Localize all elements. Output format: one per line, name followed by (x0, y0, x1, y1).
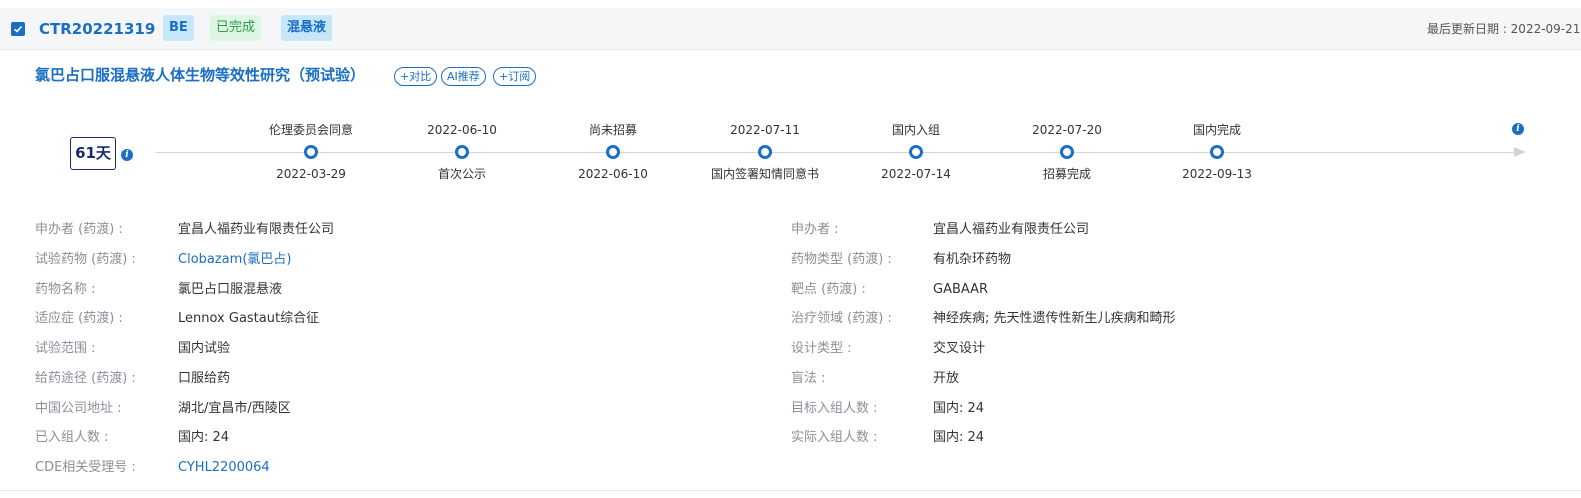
field-label: 适应症 (药渡) : (35, 311, 123, 326)
timeline-top-label: 伦理委员会同意 (268, 123, 353, 137)
field-value: 氯巴占口服混悬液 (178, 282, 283, 297)
timeline-axis (156, 152, 1518, 153)
select-checkbox[interactable] (11, 22, 25, 36)
tag-dosage-form: 混悬液 (281, 15, 333, 41)
field-label: 给药途径 (药渡) : (35, 371, 136, 386)
field-label: 申办者 (药渡) : (35, 222, 123, 237)
timeline-info-icon[interactable]: i (1512, 123, 1524, 135)
field-label: CDE相关受理号 : (35, 460, 136, 475)
field-label: 实际入组人数 : (791, 430, 878, 445)
info-icon[interactable]: i (121, 149, 133, 161)
timeline-node (1060, 145, 1074, 159)
ai-recommend-button[interactable]: AI推荐 (441, 67, 486, 86)
timeline-bottom-label: 招募完成 (1042, 167, 1091, 181)
field-value: 国内试验 (178, 341, 231, 356)
field-value: 国内: 24 (933, 401, 985, 416)
field-label: 申办者 : (791, 222, 839, 237)
subscribe-button[interactable]: +订阅 (493, 67, 537, 86)
check-icon (13, 25, 23, 33)
timeline-bottom-label: 2022-07-14 (881, 167, 951, 181)
field-value: 国内: 24 (933, 430, 985, 445)
field-label: 治疗领域 (药渡) : (791, 311, 892, 326)
timeline-top-label: 尚未招募 (588, 123, 637, 137)
timeline-node (606, 145, 620, 159)
field-label: 已入组人数 : (35, 430, 109, 445)
field-label: 目标入组人数 : (791, 401, 878, 416)
field-label: 试验范围 : (35, 341, 96, 356)
timeline-top-label: 2022-07-20 (1032, 123, 1102, 137)
field-label: 中国公司地址 : (35, 401, 122, 416)
field-value: GABAAR (933, 282, 989, 297)
compare-button[interactable]: +对比 (394, 67, 438, 86)
timeline-bottom-label: 国内签署知情同意书 (710, 167, 819, 181)
trial-card: CTR20221319 BE 已完成 混悬液 最后更新日期 : 2022-09-… (0, 0, 1581, 498)
timeline-node (455, 145, 469, 159)
field-value: 神经疾病; 先天性遗传性新生儿疾病和畸形 (933, 311, 1176, 326)
field-label: 试验药物 (药渡) : (35, 252, 136, 267)
last-updated: 最后更新日期 : 2022-09-21 (1427, 22, 1581, 36)
timeline-node (1210, 145, 1224, 159)
timeline-bottom-label: 2022-09-13 (1182, 167, 1252, 181)
timeline-bottom-label: 2022-03-29 (276, 167, 346, 181)
field-value: 口服给药 (178, 371, 231, 386)
field-label: 靶点 (药渡) : (791, 282, 866, 297)
field-value: 有机杂环药物 (933, 252, 1012, 267)
field-value: 开放 (933, 371, 960, 386)
field-value: 交叉设计 (933, 341, 986, 356)
timeline-node (909, 145, 923, 159)
duration-badge: 61天 (70, 137, 116, 170)
timeline-arrow-icon (1514, 147, 1526, 157)
timeline-node (758, 145, 772, 159)
trial-title-link[interactable]: 氯巴占口服混悬液人体生物等效性研究（预试验） (35, 64, 365, 86)
field-value: 国内: 24 (178, 430, 230, 445)
field-label: 药物类型 (药渡) : (791, 252, 892, 267)
field-label: 盲法 : (791, 371, 826, 386)
card-header: CTR20221319 BE 已完成 混悬液 最后更新日期 : 2022-09-… (0, 8, 1581, 50)
timeline-top-label: 2022-06-10 (427, 123, 497, 137)
trial-id-link[interactable]: CTR20221319 (39, 18, 155, 40)
field-value-link[interactable]: Clobazam(氯巴占) (178, 251, 291, 269)
field-value-link[interactable]: CYHL2200064 (178, 459, 270, 477)
timeline-top-label: 国内入组 (891, 123, 940, 137)
timeline-bottom-label: 首次公示 (437, 167, 486, 181)
field-value: 宜昌人福药业有限责任公司 (178, 222, 335, 237)
timeline-top-label: 国内完成 (1192, 123, 1241, 137)
field-value: Lennox Gastaut综合征 (178, 311, 320, 326)
divider (0, 490, 1581, 491)
field-value: 湖北/宜昌市/西陵区 (178, 401, 291, 416)
field-value: 宜昌人福药业有限责任公司 (933, 222, 1090, 237)
tag-status: 已完成 (210, 15, 262, 41)
timeline-top-label: 2022-07-11 (730, 123, 800, 137)
tag-be: BE (163, 15, 194, 41)
timeline-bottom-label: 2022-06-10 (578, 167, 648, 181)
field-label: 药物名称 : (35, 282, 96, 297)
field-label: 设计类型 : (791, 341, 852, 356)
timeline-node (304, 145, 318, 159)
